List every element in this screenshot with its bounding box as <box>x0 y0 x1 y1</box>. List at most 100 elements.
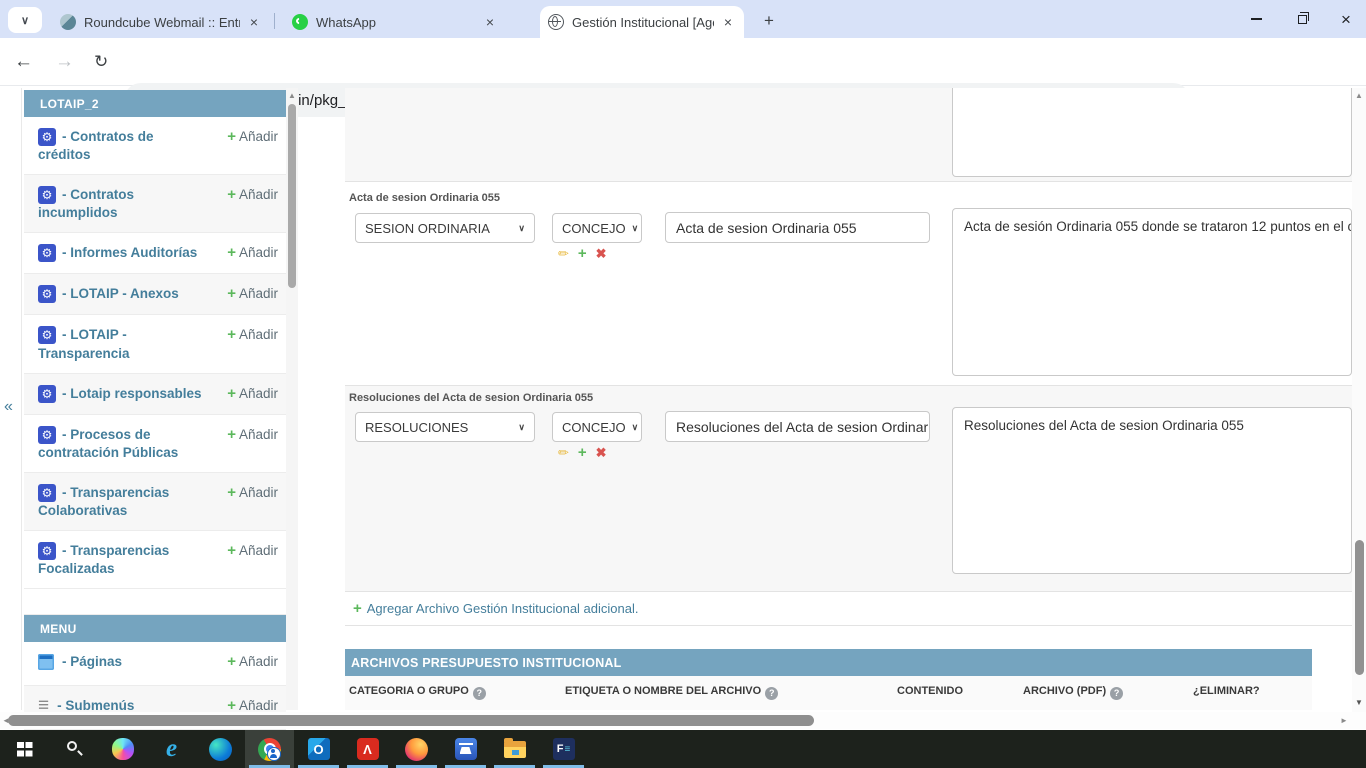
gear-icon: ⚙ <box>38 542 56 560</box>
name-input[interactable]: Resoluciones del Acta de sesion Ordinari… <box>665 411 930 442</box>
browser-tab-bar: ∨ Roundcube Webmail :: Entrada × WhatsAp… <box>0 0 1366 38</box>
content-textarea-partial[interactable] <box>952 88 1352 177</box>
window-close-button[interactable]: × <box>1324 0 1366 38</box>
sidebar-item-informes-auditorias[interactable]: ⚙- Informes Auditorías +Añadir <box>24 233 286 274</box>
delete-x-icon[interactable]: ✖ <box>596 445 607 461</box>
group-select[interactable]: CONCEJO∨ <box>552 412 642 442</box>
sidebar-item-transparencias-focalizadas[interactable]: ⚙- Transparencias Focalizadas +Añadir <box>24 531 286 589</box>
tab-title: Roundcube Webmail :: Entrada <box>84 15 240 30</box>
edit-pencil-icon[interactable]: ✏ <box>558 445 569 461</box>
close-tab-icon[interactable]: × <box>720 14 736 30</box>
sidebar-item-lotaip-transparencia[interactable]: ⚙- LOTAIP - Transparencia +Añadir <box>24 315 286 373</box>
sidebar-item-contratos-creditos[interactable]: ⚙- Contratos de créditos +Añadir <box>24 117 286 175</box>
plus-icon: + <box>353 600 362 617</box>
scroll-down-icon[interactable]: ▼ <box>1355 698 1363 707</box>
help-icon[interactable]: ? <box>473 687 486 700</box>
sidebar-item-label[interactable]: - LOTAIP - Anexos <box>62 287 179 302</box>
taskbar-acrobat-button[interactable]: Λ <box>343 730 392 768</box>
back-button[interactable]: ← <box>14 50 33 74</box>
vertical-scrollbar-thumb[interactable] <box>1355 540 1364 675</box>
add-link[interactable]: +Añadir <box>227 244 278 261</box>
sidebar-item-label[interactable]: - Lotaip responsables <box>62 386 202 401</box>
reload-button[interactable]: ↻ <box>94 50 108 74</box>
taskbar-ie-button[interactable]: e <box>147 730 196 768</box>
add-link[interactable]: +Añadir <box>227 186 278 203</box>
close-tab-icon[interactable]: × <box>482 14 498 30</box>
row-label: Resoluciones del Acta de sesion Ordinari… <box>349 392 593 404</box>
taskbar-firefox-button[interactable] <box>392 730 441 768</box>
gear-icon: ⚙ <box>38 326 56 344</box>
plus-icon: + <box>227 285 236 302</box>
add-link[interactable]: +Añadir <box>227 484 278 501</box>
group-select[interactable]: CONCEJO∨ <box>552 213 642 243</box>
add-link[interactable]: +Añadir <box>227 426 278 443</box>
taskbar-explorer-button[interactable] <box>490 730 539 768</box>
add-plus-icon[interactable]: + <box>578 246 587 262</box>
taskbar-edge-button[interactable] <box>196 730 245 768</box>
sidebar-item-label[interactable]: - Páginas <box>62 654 122 669</box>
delete-x-icon[interactable]: ✖ <box>596 246 607 262</box>
new-tab-button[interactable]: + <box>756 8 782 34</box>
sidebar-item-label[interactable]: - Informes Auditorías <box>62 246 197 261</box>
name-input[interactable]: Acta de sesion Ordinaria 055 <box>665 212 930 243</box>
window-restore-button[interactable] <box>1280 0 1324 38</box>
sidebar-item-lotaip-responsables[interactable]: ⚙ - Lotaip responsables +Añadir <box>24 374 286 415</box>
sidebar-item-lotaip-anexos[interactable]: ⚙- LOTAIP - Anexos +Añadir <box>24 274 286 315</box>
add-file-link[interactable]: +Agregar Archivo Gestión Institucional a… <box>353 600 638 617</box>
add-link[interactable]: +Añadir <box>227 653 278 670</box>
close-tab-icon[interactable]: × <box>246 14 262 30</box>
add-plus-icon[interactable]: + <box>578 445 587 461</box>
minimize-icon <box>1251 18 1262 20</box>
taskbar-chrome-button[interactable] <box>245 730 294 768</box>
start-button[interactable] <box>0 730 49 768</box>
content-textarea[interactable]: Acta de sesión Ordinaria 055 donde se tr… <box>952 208 1352 376</box>
sidebar-item-procesos-contratacion[interactable]: ⚙- Procesos de contratación Públicas +Añ… <box>24 415 286 473</box>
tab-whatsapp[interactable]: WhatsApp × <box>284 6 506 38</box>
add-link[interactable]: +Añadir <box>227 542 278 559</box>
taskbar-copilot-button[interactable] <box>98 730 147 768</box>
sidebar-spacer <box>24 589 286 615</box>
type-select[interactable]: RESOLUCIONES∨ <box>355 412 535 442</box>
forward-button[interactable]: → <box>55 50 74 74</box>
sidebar-item-label[interactable]: - Transparencias Colaborativas <box>38 485 169 518</box>
tab-roundcube[interactable]: Roundcube Webmail :: Entrada × <box>52 6 270 38</box>
sidebar-scrollbar-thumb[interactable] <box>288 104 296 288</box>
plus-icon: + <box>227 326 236 343</box>
outlook-icon: O <box>308 738 330 760</box>
taskbar-scanner-button[interactable] <box>441 730 490 768</box>
sidebar-item-contratos-incumplidos[interactable]: ⚙- Contratos incumplidos +Añadir <box>24 175 286 233</box>
table-header-row <box>345 676 1312 710</box>
edit-pencil-icon[interactable]: ✏ <box>558 246 569 262</box>
sidebar-item-transparencias-colaborativas[interactable]: ⚙- Transparencias Colaborativas +Añadir <box>24 473 286 531</box>
sidebar-item-label[interactable]: - Procesos de contratación Públicas <box>38 427 178 460</box>
taskbar-outlook-button[interactable]: O <box>294 730 343 768</box>
tab-title: Gestión Institucional [Agosto-2 <box>572 15 714 30</box>
horizontal-scrollbar-thumb[interactable] <box>8 715 814 726</box>
content-textarea[interactable]: Resoluciones del Acta de sesion Ordinari… <box>952 407 1352 574</box>
plus-icon: + <box>227 542 236 559</box>
add-link[interactable]: +Añadir <box>227 385 278 402</box>
add-link[interactable]: +Añadir <box>227 326 278 343</box>
sidebar-item-paginas[interactable]: - Páginas +Añadir <box>24 642 286 686</box>
sidebar-item-label[interactable]: - Transparencias Focalizadas <box>38 543 169 576</box>
tab-gestion-institucional-active[interactable]: Gestión Institucional [Agosto-2 × <box>540 6 744 38</box>
window-minimize-button[interactable] <box>1234 0 1278 38</box>
type-select[interactable]: SESION ORDINARIA∨ <box>355 213 535 243</box>
scroll-up-icon[interactable]: ▲ <box>1355 91 1363 100</box>
help-icon[interactable]: ? <box>1110 687 1123 700</box>
plus-icon: + <box>227 385 236 402</box>
chevron-down-icon: ∨ <box>632 422 639 433</box>
browser-toolbar: ← → ↻ sanjuan.gob.ec/admin/pkg_webpage/c… <box>0 38 1366 86</box>
scroll-up-icon[interactable]: ▲ <box>288 91 296 100</box>
help-icon[interactable]: ? <box>765 687 778 700</box>
add-link[interactable]: +Añadir <box>227 128 278 145</box>
sidebar-section-header-lotaip2: LOTAIP_2 <box>24 90 286 117</box>
chevron-down-icon: ∨ <box>21 14 29 27</box>
add-link[interactable]: +Añadir <box>227 285 278 302</box>
taskbar-search-button[interactable] <box>49 730 98 768</box>
scroll-right-icon[interactable]: ► <box>1340 716 1348 725</box>
tab-search-button[interactable]: ∨ <box>8 7 42 33</box>
sidebar-collapse-icon[interactable]: « <box>4 398 13 416</box>
taskbar-fapp-button[interactable]: F≡ <box>539 730 588 768</box>
gear-icon: ⚙ <box>38 385 56 403</box>
